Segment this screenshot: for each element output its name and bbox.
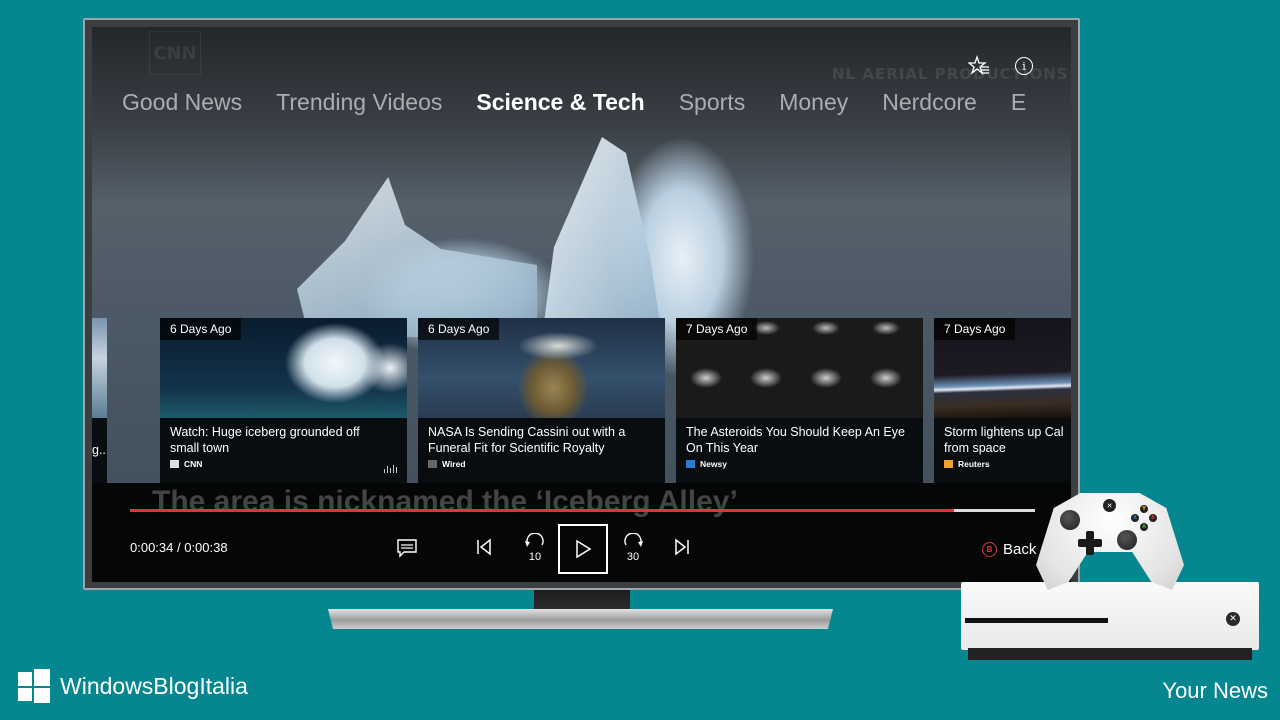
video-cards-row: g... 6 Days Ago Watch: Huge iceberg grou… — [92, 318, 1071, 483]
rewind-label: 10 — [529, 551, 541, 563]
xbox-guide-icon: ✕ — [1103, 499, 1116, 512]
video-card[interactable]: 6 Days Ago Watch: Huge iceberg grounded … — [160, 318, 407, 483]
forward-label: 30 — [627, 551, 639, 563]
now-playing-icon — [383, 465, 397, 473]
app-screen: CNN NL AERIAL PRODUCTIONS i Good News Tr… — [92, 27, 1071, 582]
card-source-name: Reuters — [958, 459, 990, 469]
y-button-icon: Y — [1140, 505, 1148, 513]
previous-button[interactable] — [472, 535, 496, 559]
player-controls: The area is nicknamed the ‘Iceberg Alley… — [92, 483, 1071, 582]
info-icon: i — [1015, 57, 1033, 75]
rewind-icon: 10 — [525, 533, 544, 563]
dpad-icon — [1086, 531, 1094, 555]
cnn-logo-icon — [170, 460, 179, 468]
category-tabs: Good News Trending Videos Science & Tech… — [122, 89, 1060, 116]
b-button-icon: B — [982, 542, 997, 557]
card-title-line1: NASA Is Sending Cassini out with a — [428, 425, 626, 439]
tab-trending-videos[interactable]: Trending Videos — [276, 89, 442, 116]
brand-name: WindowsBlogItalia — [60, 672, 248, 699]
card-title-line1: Watch: Huge iceberg grounded off — [170, 425, 360, 439]
xbox-controller: ✕ Y X B A — [1036, 490, 1184, 590]
right-stick — [1117, 530, 1137, 550]
card-source: Wired — [428, 459, 655, 469]
xbox-console — [961, 582, 1259, 650]
video-card[interactable]: 6 Days Ago NASA Is Sending Cassini out w… — [418, 318, 665, 483]
play-button[interactable] — [558, 524, 608, 574]
time-display: 0:00:34 / 0:00:38 — [130, 540, 228, 555]
card-age: 6 Days Ago — [418, 318, 500, 340]
a-button-icon: A — [1140, 523, 1148, 531]
xbox-logo-icon: ✕ — [1226, 612, 1240, 626]
x-button-icon: X — [1131, 514, 1139, 522]
card-info: Watch: Huge iceberg grounded off small t… — [160, 418, 407, 483]
captions-button[interactable] — [394, 535, 420, 561]
card-source-name: Wired — [442, 459, 466, 469]
play-icon — [576, 539, 592, 559]
skip-previous-icon — [477, 538, 491, 556]
card-info: NASA Is Sending Cassini out with a Funer… — [418, 418, 665, 483]
captions-icon — [397, 539, 417, 558]
video-card-partial[interactable]: g... — [92, 318, 107, 483]
tab-money[interactable]: Money — [779, 89, 848, 116]
left-stick — [1060, 510, 1080, 530]
wired-logo-icon — [428, 460, 437, 468]
card-thumbnail — [92, 318, 107, 418]
card-title: g... — [92, 443, 107, 457]
forward-30-button[interactable]: 30 — [620, 533, 646, 563]
progress-bar[interactable] — [130, 509, 1035, 512]
tv-stand — [328, 609, 833, 629]
skip-next-icon — [675, 538, 689, 556]
card-info: g... — [92, 418, 107, 483]
video-card[interactable]: 7 Days Ago The Asteroids You Should Keep… — [676, 318, 923, 483]
card-age: 6 Days Ago — [160, 318, 242, 340]
tab-partial[interactable]: E — [1011, 89, 1026, 116]
card-age: 7 Days Ago — [934, 318, 1016, 340]
tab-science-tech[interactable]: Science & Tech — [476, 89, 644, 116]
brand: WindowsBlogItalia — [18, 669, 248, 703]
tv-neck — [534, 590, 630, 610]
card-title-line2: On This Year — [686, 441, 759, 455]
card-title-line1: Storm lightens up Califo — [944, 425, 1064, 439]
card-source-name: Newsy — [700, 459, 727, 469]
progress-fill — [130, 509, 954, 512]
disc-slot — [965, 618, 1108, 623]
back-button[interactable]: B Back — [982, 541, 1036, 558]
video-subtitle: The area is nicknamed the ‘Iceberg Alley… — [152, 485, 738, 518]
rewind-10-button[interactable]: 10 — [522, 533, 548, 563]
reuters-logo-icon — [944, 460, 953, 468]
video-card[interactable]: 7 Days Ago Storm lightens up Califo from… — [934, 318, 1071, 483]
tab-sports[interactable]: Sports — [679, 89, 745, 116]
back-label: Back — [1003, 541, 1037, 558]
newsy-logo-icon — [686, 460, 695, 468]
next-button[interactable] — [670, 535, 694, 559]
channel-watermark: CNN — [149, 31, 201, 75]
tab-good-news[interactable]: Good News — [122, 89, 242, 116]
console-base — [968, 648, 1252, 660]
card-source: CNN — [170, 459, 397, 469]
app-name: Your News — [1162, 678, 1268, 703]
windows-logo-icon — [18, 669, 50, 703]
card-title-line2: small town — [170, 441, 230, 455]
card-title-line2: Funeral Fit for Scientific Royalty — [428, 441, 605, 455]
card-title-line2: from space — [944, 441, 1006, 455]
star-list-icon — [968, 55, 989, 75]
b-button-icon: B — [1149, 514, 1157, 522]
info-button[interactable]: i — [1013, 55, 1035, 77]
forward-icon: 30 — [624, 533, 643, 563]
card-info: The Asteroids You Should Keep An Eye On … — [676, 418, 923, 483]
tab-nerdcore[interactable]: Nerdcore — [882, 89, 977, 116]
favorites-button[interactable] — [968, 55, 990, 77]
card-info: Storm lightens up Califo from space Reut… — [934, 418, 1071, 483]
card-source: Newsy — [686, 459, 913, 469]
card-source: Reuters — [944, 459, 1064, 469]
tv-frame: CNN NL AERIAL PRODUCTIONS i Good News Tr… — [83, 18, 1080, 590]
card-age: 7 Days Ago — [676, 318, 758, 340]
card-source-name: CNN — [184, 459, 203, 469]
card-title-line1: The Asteroids You Should Keep An Eye — [686, 425, 905, 439]
